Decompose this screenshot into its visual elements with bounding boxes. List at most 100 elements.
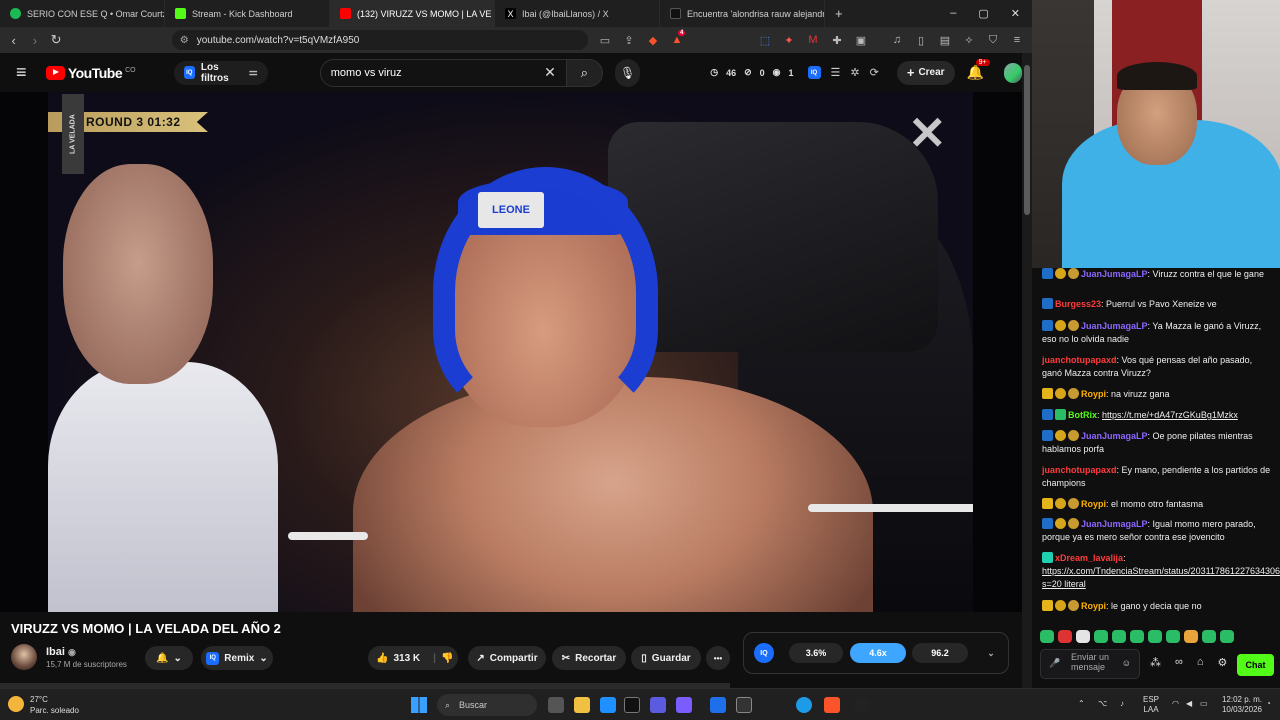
terminal-app-icon[interactable]	[624, 697, 640, 713]
youtube-logo[interactable]: YouTube CO	[45, 65, 136, 81]
hamburger-menu-icon[interactable]: ≡	[16, 62, 36, 83]
music-icon[interactable]: ♫	[890, 34, 904, 47]
chat-username[interactable]: JuanJumagaLP	[1081, 269, 1148, 279]
chat-username[interactable]: Roypi	[1081, 499, 1106, 509]
tab-tiktok[interactable]: Encuentra 'alondrisa rauw alejandro'	[660, 0, 825, 27]
page-scrollbar[interactable]	[1022, 53, 1032, 688]
emote-icon[interactable]	[1220, 630, 1234, 643]
more-actions-button[interactable]: •••	[706, 646, 730, 670]
tray-chevron-icon[interactable]: ⌃	[1078, 699, 1085, 709]
sidebar-icon[interactable]: ▯	[914, 34, 928, 47]
chat-link[interactable]: https://t.me/+dA47rzGKuBg1Mzkx	[1102, 410, 1238, 420]
leo-icon[interactable]: ✧	[962, 34, 976, 47]
reload-icon[interactable]: ↻	[51, 32, 62, 48]
share-button[interactable]: ↗ Compartir	[468, 646, 546, 670]
chat-username[interactable]: Burgess23	[1055, 299, 1101, 309]
like-button[interactable]: 👍 313 K | 👎	[368, 646, 458, 670]
puzzle-icon[interactable]: ⟳	[870, 66, 879, 79]
menu-icon[interactable]: ≡	[1010, 34, 1024, 47]
share-icon[interactable]: ⇪	[622, 34, 636, 47]
brave-shield-icon[interactable]: ◆	[646, 34, 660, 47]
emote-icon[interactable]	[1148, 630, 1162, 643]
thumbs-down-icon[interactable]: 👎	[441, 653, 453, 664]
new-tab-button[interactable]: +	[825, 0, 853, 27]
chevron-down-icon[interactable]: ⌄	[982, 643, 1000, 663]
clear-search-icon[interactable]: ✕	[544, 64, 556, 81]
chat-username[interactable]: Roypi	[1081, 601, 1106, 611]
emote-icon[interactable]	[1202, 630, 1216, 643]
emote-icon[interactable]	[1166, 630, 1180, 643]
extension-m-icon[interactable]: M	[806, 34, 820, 47]
tab-kick-dashboard[interactable]: Stream - Kick Dashboard	[165, 0, 330, 27]
gear-icon[interactable]: ✲	[850, 66, 859, 79]
file-explorer-icon[interactable]	[574, 697, 590, 713]
store-app-icon[interactable]	[600, 697, 616, 713]
obs-icon[interactable]	[854, 697, 870, 713]
vpn-icon[interactable]: ⛉	[986, 34, 1000, 47]
emote-icon[interactable]	[1094, 630, 1108, 643]
emote-icon[interactable]	[1076, 630, 1090, 643]
store-icon[interactable]: ⌂	[1197, 656, 1204, 669]
terminal-icon[interactable]	[736, 697, 752, 713]
chat-username[interactable]: juanchotupapaxd	[1042, 465, 1117, 475]
subscribed-bell-button[interactable]: 🔔 ⌄	[145, 646, 193, 670]
tab-youtube-video[interactable]: (132) VIRUZZ VS MOMO | LA VE ✕	[330, 0, 495, 27]
mail-icon[interactable]	[710, 697, 726, 713]
settings-icon[interactable]: ⚙	[1218, 656, 1228, 669]
emote-icon[interactable]	[1184, 630, 1198, 643]
chat-username[interactable]: xDream_lavalija	[1055, 553, 1123, 563]
close-window-button[interactable]: ✕	[1011, 7, 1020, 20]
emote-icon[interactable]	[1130, 630, 1144, 643]
wallet-icon[interactable]: ▤	[938, 34, 952, 47]
windows-start-icon[interactable]	[411, 697, 427, 713]
extension-box-icon[interactable]: ▣	[854, 34, 868, 47]
tab-spotify[interactable]: SERIO CON ESE Q • Omar Courtz	[0, 0, 165, 27]
task-view-icon[interactable]	[548, 697, 564, 713]
site-info-icon[interactable]: ⚙	[180, 35, 189, 46]
minimize-button[interactable]: –	[950, 7, 956, 20]
speed-option-3[interactable]: 96.2	[912, 643, 968, 663]
search-button[interactable]: ⌕	[566, 58, 603, 87]
voice-search-button[interactable]: 🎙	[615, 58, 641, 87]
infinity-icon[interactable]: ∞	[1175, 656, 1183, 669]
create-button[interactable]: + Crear	[896, 60, 955, 85]
app-icon[interactable]	[650, 697, 666, 713]
brave-icon[interactable]	[824, 697, 840, 713]
search-input[interactable]: momo vs viruz ✕	[319, 58, 567, 87]
translate-icon[interactable]: ⬚	[758, 34, 772, 47]
back-icon[interactable]: ‹	[8, 33, 19, 48]
copilot-icon[interactable]	[676, 697, 692, 713]
battery-icon[interactable]: ▭	[1200, 699, 1208, 709]
brave-rewards-icon[interactable]: ▲ 4	[670, 29, 686, 47]
chat-username[interactable]: JuanJumagaLP	[1081, 321, 1148, 331]
forward-icon[interactable]: ›	[29, 33, 40, 48]
language-indicator[interactable]: ESP LAA	[1143, 695, 1159, 715]
taskbar-search[interactable]: ⌕ Buscar	[437, 694, 537, 716]
url-field[interactable]: ⚙ youtube.com/watch?v=t5qVMzfA950	[171, 30, 588, 50]
list-icon[interactable]: ☰	[831, 66, 841, 79]
tab-x-ibai[interactable]: X Ibai (@IbaiLlanos) / X	[495, 0, 660, 27]
wifi-icon[interactable]: ◠	[1172, 699, 1179, 709]
speed-option-1[interactable]: 3.6%	[789, 643, 843, 663]
notification-center-icon[interactable]: ◔	[1266, 699, 1271, 709]
chat-username[interactable]: juanchotupapaxd	[1042, 355, 1117, 365]
iq-icon[interactable]: IQ	[807, 66, 821, 79]
channel-avatar[interactable]	[11, 644, 37, 670]
emote-icon[interactable]	[1040, 630, 1054, 643]
account-avatar[interactable]	[1004, 62, 1023, 83]
chat-input[interactable]: 🎤 Enviar un mensaje ☺	[1040, 649, 1140, 679]
scrollbar-thumb[interactable]	[1024, 65, 1030, 215]
emote-icon[interactable]	[1058, 630, 1072, 643]
chat-username[interactable]: JuanJumagaLP	[1081, 519, 1148, 529]
mic-tray-icon[interactable]: ♪	[1120, 699, 1124, 709]
emoji-icon[interactable]: ☺	[1122, 658, 1131, 668]
clock[interactable]: 12:02 p. m. 10/03/2026	[1212, 695, 1262, 715]
remix-button[interactable]: IQ Remix ⌄	[201, 646, 273, 670]
volume-icon[interactable]: ◀	[1186, 699, 1192, 709]
edge-icon[interactable]	[796, 697, 812, 713]
puzzle-icon[interactable]: ✚	[830, 34, 844, 47]
clip-button[interactable]: ✂ Recortar	[552, 646, 626, 670]
extension-fox-icon[interactable]: ✦	[782, 34, 796, 47]
filters-button[interactable]: IQ Los filtros ⚌	[173, 60, 268, 85]
emote-icon[interactable]	[1112, 630, 1126, 643]
